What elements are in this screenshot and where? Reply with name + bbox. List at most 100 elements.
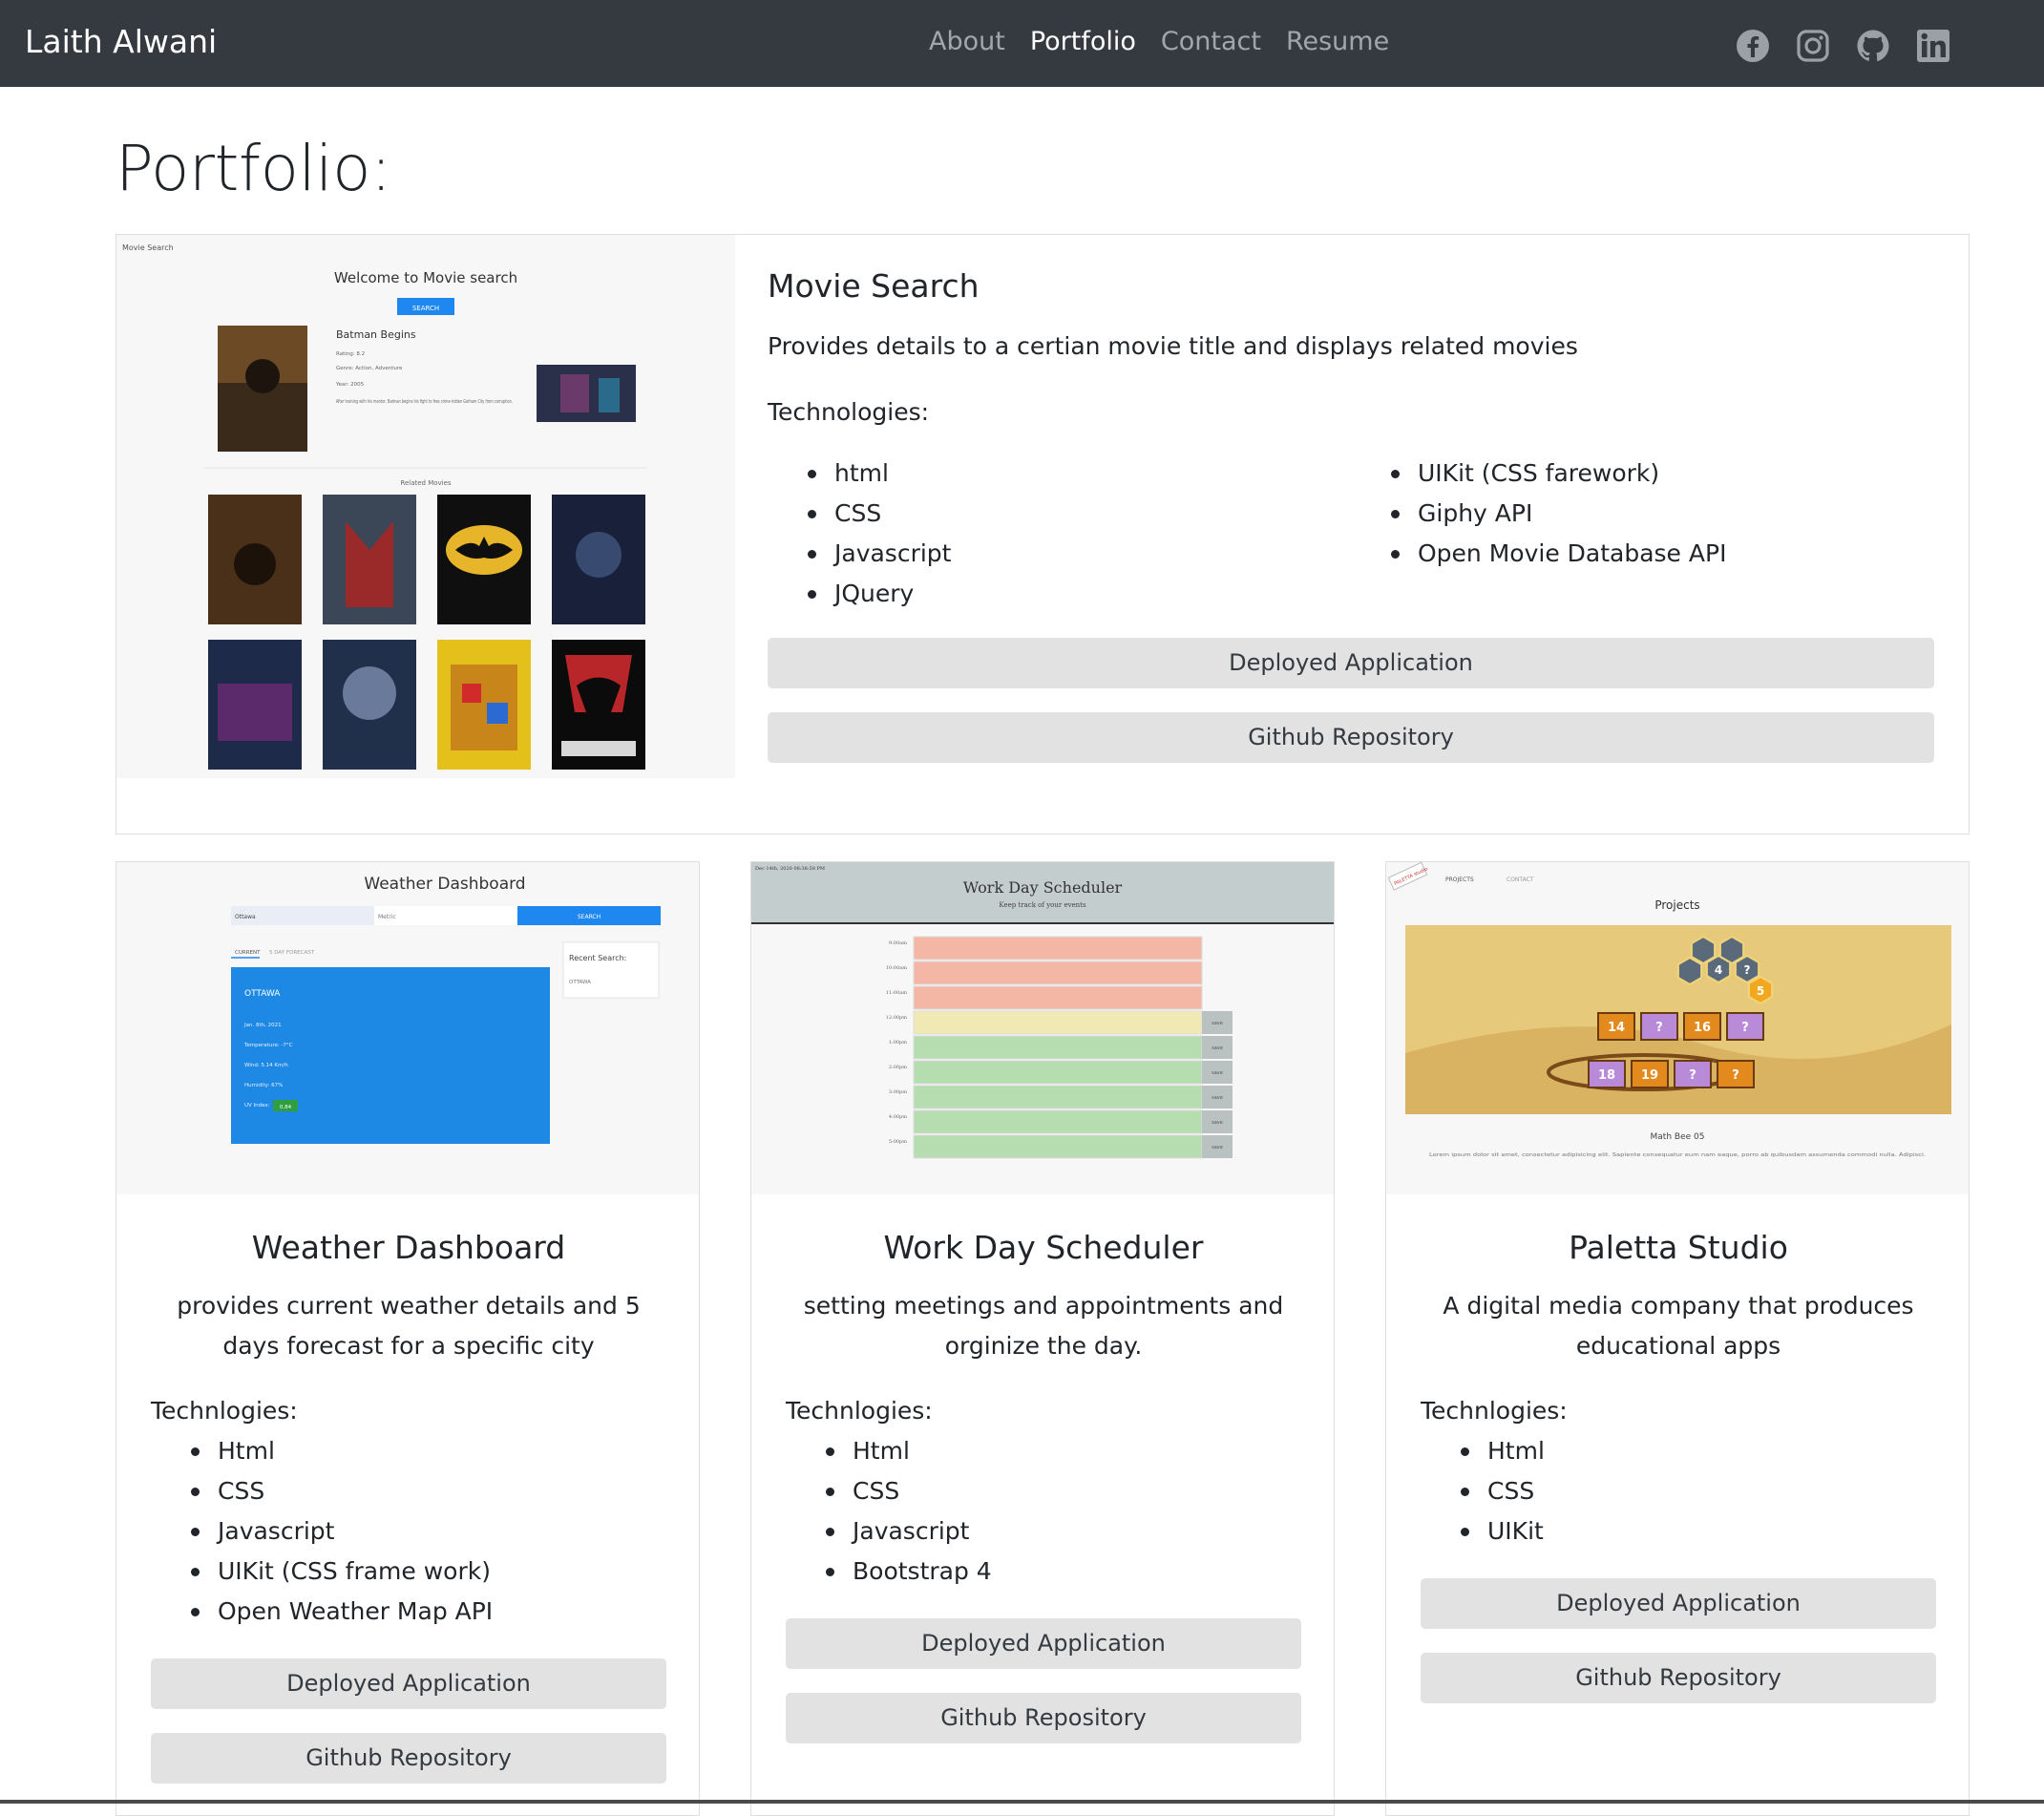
featured-card-description: Provides details to a certian movie titl… xyxy=(768,332,1578,360)
svg-text:Dec 14th, 2020 08:38:58 PM: Dec 14th, 2020 08:38:58 PM xyxy=(755,866,825,872)
svg-text:OTTAWA: OTTAWA xyxy=(244,989,281,999)
save-label: save xyxy=(1212,1095,1223,1101)
github-repository-button[interactable]: Github Repository xyxy=(151,1733,666,1784)
train-car-number: ? xyxy=(1655,1021,1663,1035)
svg-text:Keep track of your events: Keep track of your events xyxy=(999,901,1086,909)
deployed-application-button[interactable]: Deployed Application xyxy=(151,1658,666,1709)
hour-label: 5:00pm xyxy=(889,1139,907,1145)
weather-dashboard-card: Weather Dashboard Ottawa Metric SEARCH C… xyxy=(116,861,700,1816)
hour-label: 2:00pm xyxy=(889,1065,907,1070)
weather-tech-list: Html CSS Javascript UIKit (CSS frame wor… xyxy=(151,1431,666,1632)
weather-preview: Weather Dashboard Ottawa Metric SEARCH C… xyxy=(116,862,699,1194)
scheduler-tech-list: Html CSS Javascript Bootstrap 4 xyxy=(786,1431,1301,1592)
facebook-icon[interactable] xyxy=(1736,29,1770,63)
page-title: Portfolio: xyxy=(116,132,391,205)
svg-text:Jan. 8th, 2021: Jan. 8th, 2021 xyxy=(243,1023,282,1028)
hour-label: 4:00pm xyxy=(889,1114,907,1120)
paletta-card-body: Paletta Studio A digital media company t… xyxy=(1421,1227,1936,1703)
svg-text:Humidity: 67%: Humidity: 67% xyxy=(244,1083,283,1088)
paletta-card-title: Paletta Studio xyxy=(1569,1229,1788,1266)
hex-number: 4 xyxy=(1715,963,1722,977)
github-icon[interactable] xyxy=(1856,29,1890,63)
svg-text:SEARCH: SEARCH xyxy=(578,914,601,920)
svg-text:OTTAWA: OTTAWA xyxy=(569,980,591,985)
svg-text:Recent Search:: Recent Search: xyxy=(569,954,626,962)
bottom-border xyxy=(0,1800,2044,1804)
github-repository-button[interactable]: Github Repository xyxy=(1421,1653,1936,1703)
time-block xyxy=(913,1035,1203,1060)
weather-card-title: Weather Dashboard xyxy=(251,1229,566,1266)
svg-text:Genre: Action, Adventure: Genre: Action, Adventure xyxy=(336,366,403,371)
tech-item: UIKit xyxy=(1461,1511,1936,1552)
tech-item: Html xyxy=(191,1431,666,1471)
time-block xyxy=(913,985,1203,1010)
deployed-application-button[interactable]: Deployed Application xyxy=(1421,1578,1936,1629)
svg-text:UV Index:: UV Index: xyxy=(244,1103,270,1109)
train-car-number: 19 xyxy=(1641,1068,1658,1083)
nav-link-about[interactable]: About xyxy=(929,21,1005,63)
github-repository-button[interactable]: Github Repository xyxy=(786,1693,1301,1743)
ms-heading: Welcome to Movie search xyxy=(334,269,517,286)
hex-number: 5 xyxy=(1757,984,1764,998)
deployed-application-button[interactable]: Deployed Application xyxy=(768,638,1934,688)
linkedin-icon[interactable] xyxy=(1916,29,1950,63)
svg-text:Year: 2005: Year: 2005 xyxy=(335,382,365,388)
scheduler-tech-label: Technlogies: xyxy=(786,1397,933,1425)
hour-label: 9:00am xyxy=(889,940,907,946)
tech-item: CSS xyxy=(826,1471,1301,1511)
paletta-preview: PALETTA studio PROJECTS CONTACT Projects… xyxy=(1386,862,1969,1194)
tech-item: Html xyxy=(1461,1431,1936,1471)
tech-item: Javascript xyxy=(191,1511,666,1552)
featured-tech-list-1: html CSS Javascript JQuery xyxy=(768,454,1351,614)
social-links xyxy=(1736,29,1950,63)
time-block xyxy=(913,1085,1203,1109)
save-label: save xyxy=(1212,1045,1223,1051)
svg-text:Work Day Scheduler: Work Day Scheduler xyxy=(963,878,1123,897)
hour-label: 3:00pm xyxy=(889,1089,907,1095)
train-car-number: 18 xyxy=(1598,1068,1615,1083)
ms-search-button-label: SEARCH xyxy=(412,305,439,312)
movie-search-preview: Movie Search Welcome to Movie search SEA… xyxy=(116,235,735,778)
ms-corner-label: Movie Search xyxy=(122,243,174,252)
svg-text:CONTACT: CONTACT xyxy=(1507,876,1534,883)
tech-item: UIKit (CSS frame work) xyxy=(191,1552,666,1592)
featured-tech-label: Technologies: xyxy=(768,398,930,426)
paletta-tech-label: Technlogies: xyxy=(1421,1397,1568,1425)
deployed-application-button[interactable]: Deployed Application xyxy=(786,1618,1301,1669)
nav-link-contact[interactable]: Contact xyxy=(1161,21,1261,63)
work-day-scheduler-card: Dec 14th, 2020 08:38:58 PM Work Day Sche… xyxy=(750,861,1335,1816)
hour-label: 11:00am xyxy=(886,990,907,996)
svg-text:Rating: 8.2: Rating: 8.2 xyxy=(336,351,365,357)
featured-card-body: Movie Search Provides details to a certi… xyxy=(768,265,1934,763)
nav-link-resume[interactable]: Resume xyxy=(1286,21,1389,63)
scheduler-rows: 9:00am 10:00am 11:00am 12:00pm save 1:00pm sav… xyxy=(886,936,1233,1159)
time-block xyxy=(913,1109,1203,1134)
paletta-card-description: A digital media company that produces ed… xyxy=(1443,1292,1914,1360)
hour-label: 1:00pm xyxy=(889,1040,907,1045)
svg-text:Temperature: -7°C: Temperature: -7°C xyxy=(243,1043,293,1048)
featured-project-card: Movie Search Welcome to Movie search SEA… xyxy=(116,234,1970,834)
svg-text:CURRENT: CURRENT xyxy=(235,950,261,956)
ms-movie-title: Batman Begins xyxy=(336,328,416,341)
featured-tech-list-2: UIKit (CSS farework) Giphy API Open Movi… xyxy=(1351,454,1934,614)
instagram-icon[interactable] xyxy=(1796,29,1830,63)
svg-text:Lorem ipsum dolor sit amet, co: Lorem ipsum dolor sit amet, consectetur … xyxy=(1429,1152,1926,1158)
tech-item: CSS xyxy=(1461,1471,1936,1511)
work-day-scheduler-screenshot: Dec 14th, 2020 08:38:58 PM Work Day Sche… xyxy=(751,862,1334,1194)
time-block xyxy=(913,1134,1203,1159)
github-repository-button[interactable]: Github Repository xyxy=(768,712,1934,763)
tech-item: html xyxy=(808,454,1351,494)
scheduler-card-title: Work Day Scheduler xyxy=(883,1229,1204,1266)
paletta-tech-list: Html CSS UIKit xyxy=(1421,1431,1936,1552)
time-block xyxy=(913,936,1203,961)
brand-name[interactable]: Laith Alwani xyxy=(25,21,217,63)
svg-text:Wind: 5.14 Km/h: Wind: 5.14 Km/h xyxy=(244,1063,288,1068)
train-car-number: ? xyxy=(1689,1068,1696,1083)
nav-link-portfolio[interactable]: Portfolio xyxy=(1030,21,1136,63)
save-label: save xyxy=(1212,1120,1223,1126)
time-block xyxy=(913,1060,1203,1085)
train-car-number: 14 xyxy=(1608,1021,1625,1035)
tech-item: CSS xyxy=(191,1471,666,1511)
svg-text:After training with his mentor: After training with his mentor, Batman b… xyxy=(336,399,513,405)
time-block xyxy=(913,961,1203,985)
